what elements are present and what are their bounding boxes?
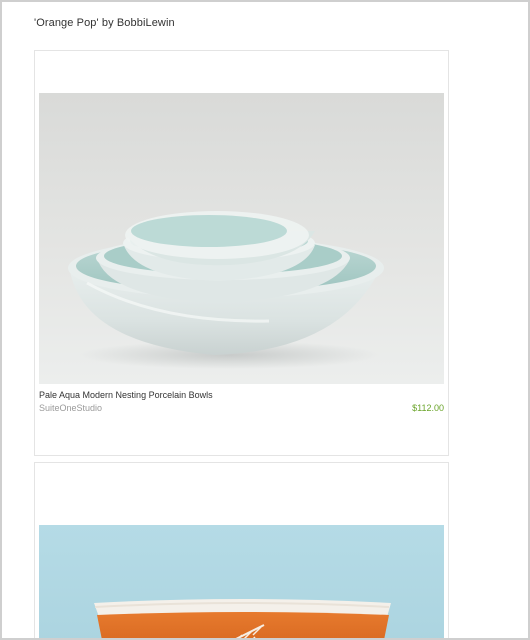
listing-card[interactable]: Pale Aqua Modern Nesting Porcelain Bowls… bbox=[34, 50, 449, 456]
listing-photo[interactable] bbox=[39, 525, 444, 638]
orange-bowl-image bbox=[39, 525, 444, 638]
treasury-page: 'Orange Pop' by BobbiLewin Pale Aqua Mod… bbox=[0, 0, 530, 640]
listing-price: $112.00 bbox=[412, 403, 444, 413]
treasury-title[interactable]: 'Orange Pop' by BobbiLewin bbox=[34, 17, 175, 29]
shop-name-link[interactable]: SuiteOneStudio bbox=[39, 403, 102, 413]
listing-card[interactable] bbox=[34, 462, 449, 638]
listing-photo[interactable] bbox=[39, 93, 444, 384]
nesting-bowls-image bbox=[39, 93, 444, 384]
listing-title[interactable]: Pale Aqua Modern Nesting Porcelain Bowls bbox=[39, 390, 213, 400]
